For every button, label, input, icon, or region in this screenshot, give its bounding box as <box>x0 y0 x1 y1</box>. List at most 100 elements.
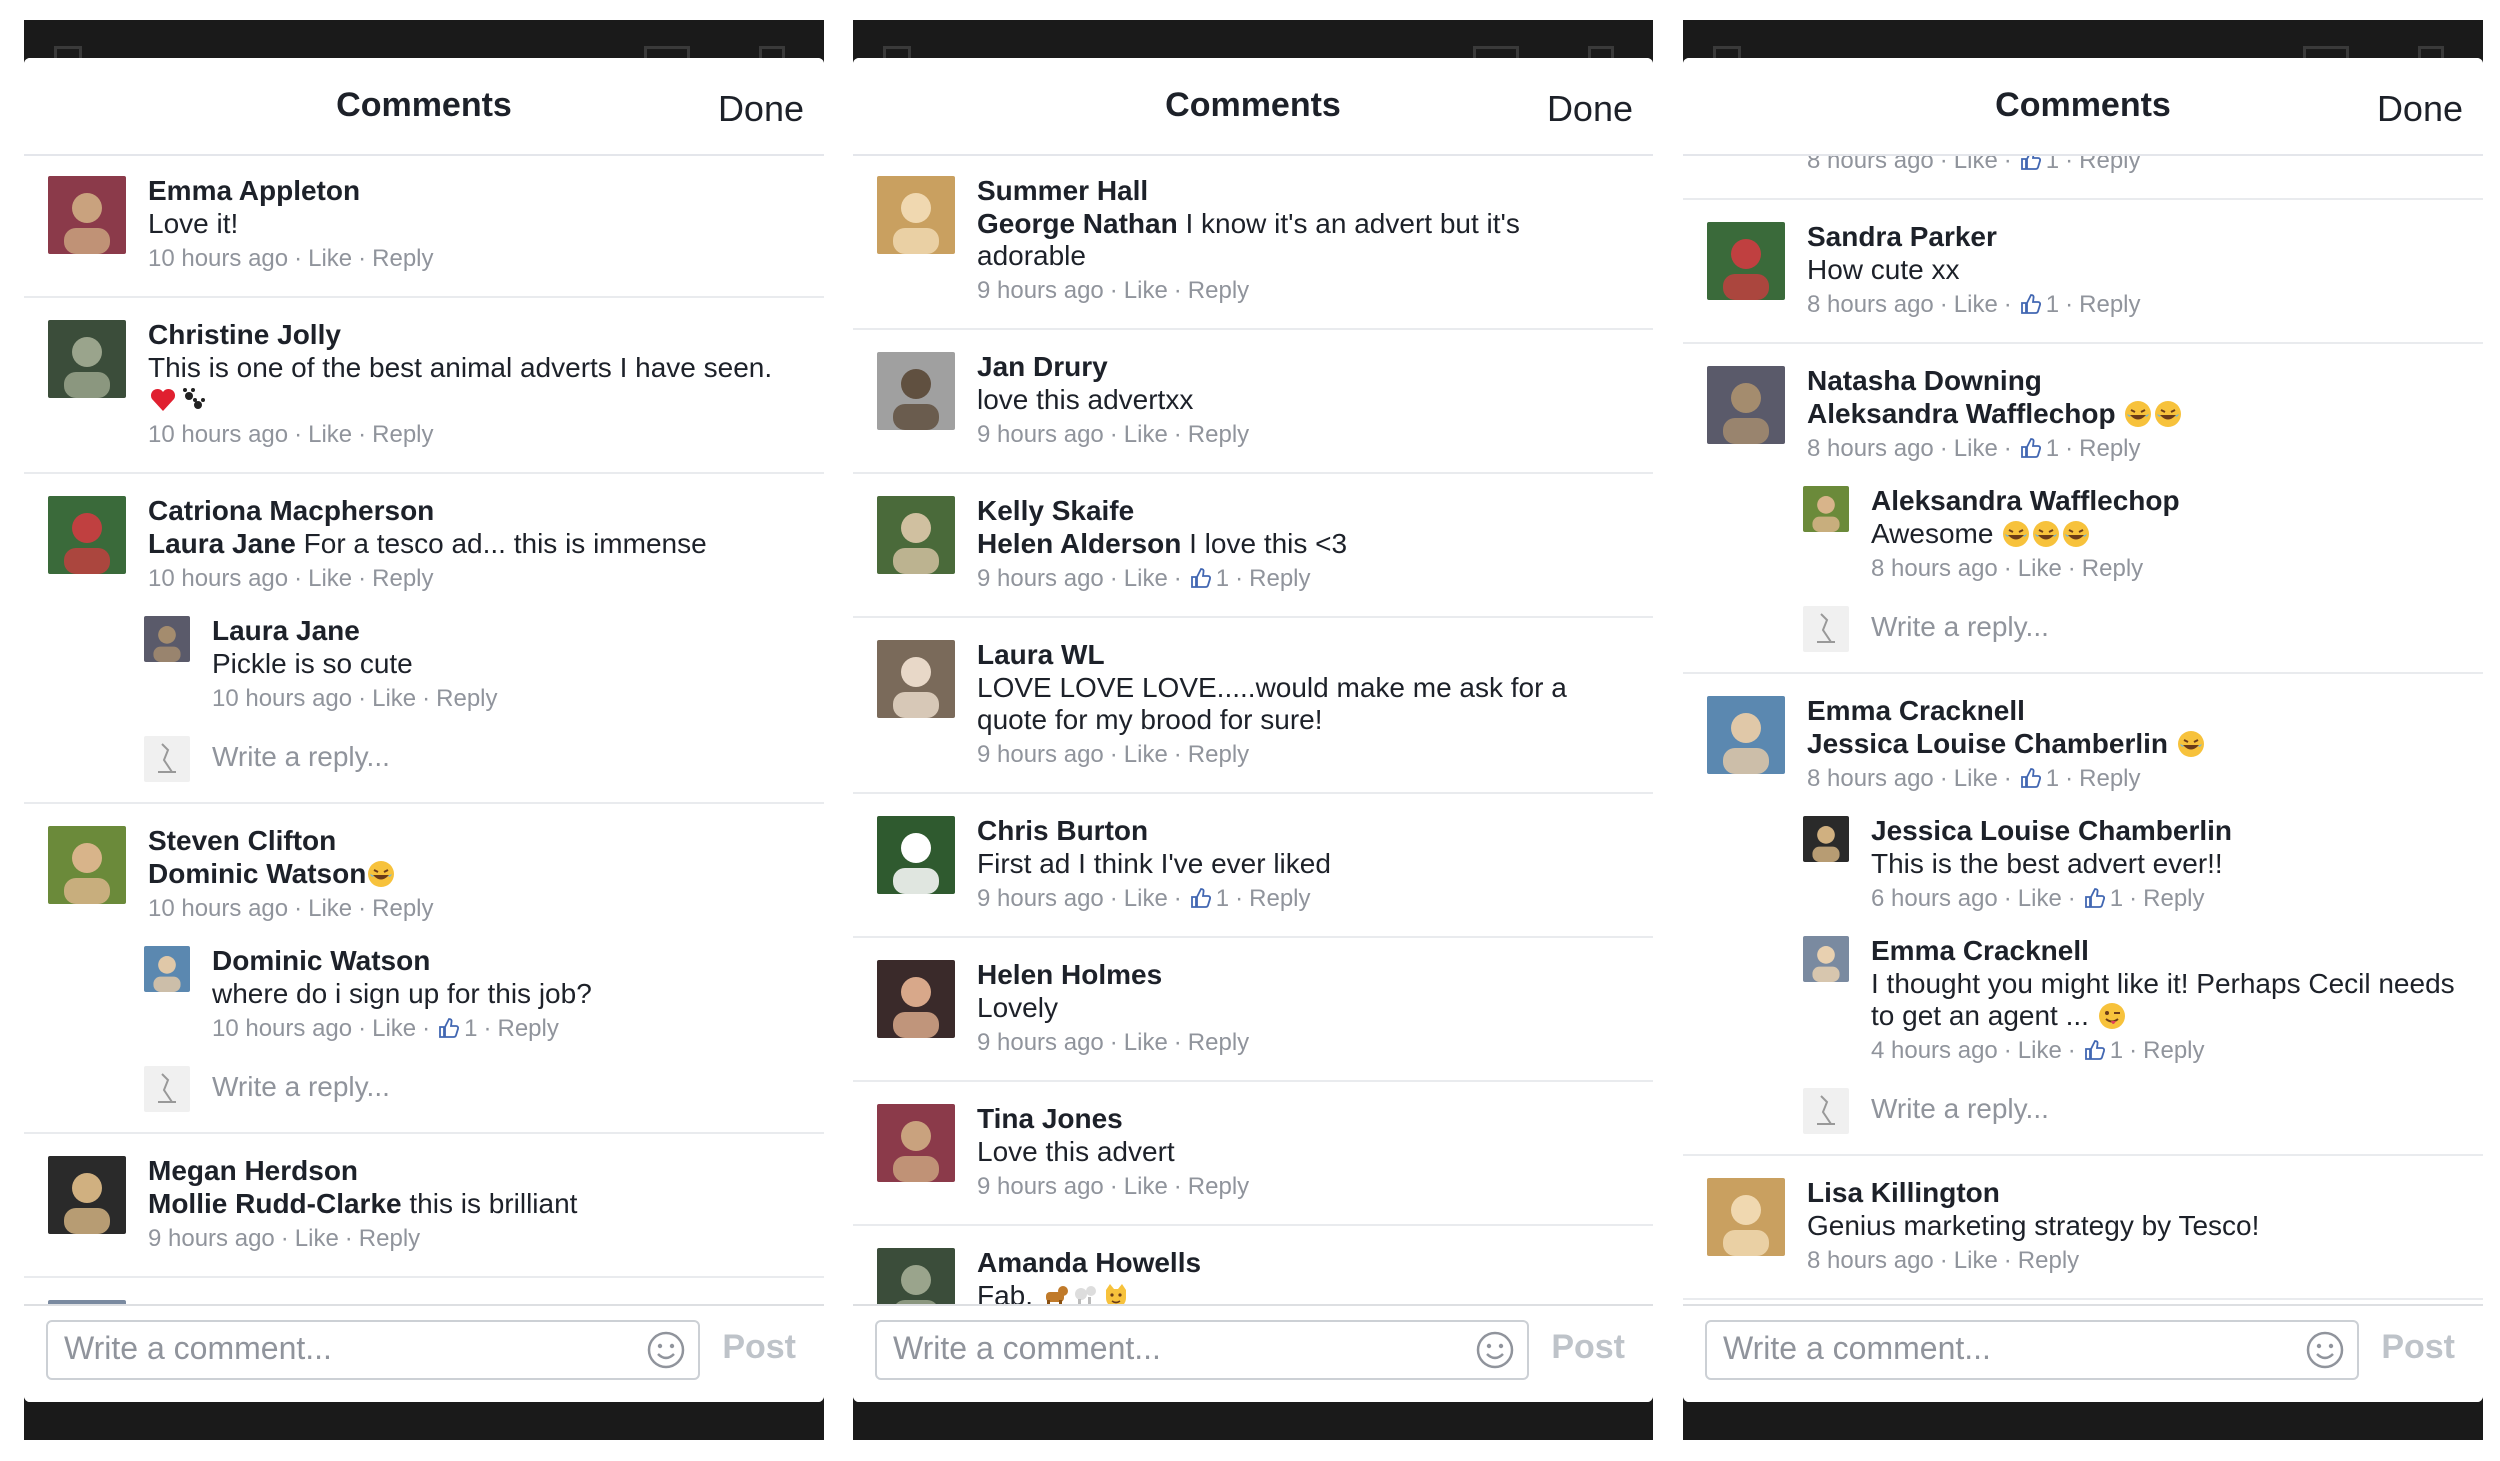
like-link[interactable]: Like <box>372 685 416 712</box>
commenter-name[interactable]: Natasha Downing <box>1807 364 2461 398</box>
avatar[interactable] <box>1803 486 1849 532</box>
commenter-name[interactable]: Laura Jane <box>212 614 802 648</box>
like-link[interactable]: Like <box>2018 1037 2062 1064</box>
tagged-user[interactable]: Dominic Watson <box>148 858 366 889</box>
like-link[interactable]: Like <box>1124 885 1168 912</box>
commenter-name[interactable]: Kelly Skaife <box>977 494 1631 528</box>
tagged-user[interactable]: Helen Alderson <box>977 528 1181 559</box>
reply-link[interactable]: Reply <box>2079 154 2140 174</box>
write-reply-input[interactable]: Write a reply... <box>1871 1086 2049 1132</box>
reply-link[interactable]: Reply <box>2079 291 2140 318</box>
tagged-user[interactable]: George Nathan <box>977 208 1178 239</box>
reply-link[interactable]: Reply <box>2079 435 2140 462</box>
avatar[interactable] <box>48 496 126 574</box>
avatar[interactable] <box>877 496 955 574</box>
like-link[interactable]: Like <box>1124 277 1168 304</box>
avatar[interactable] <box>877 1248 955 1306</box>
like-link[interactable]: Like <box>308 895 352 922</box>
post-button[interactable]: Post <box>2381 1328 2455 1367</box>
commenter-name[interactable]: Laura WL <box>977 638 1631 672</box>
reply-link[interactable]: Reply <box>2143 885 2204 912</box>
reply-link[interactable]: Reply <box>1249 565 1310 592</box>
smiley-icon[interactable] <box>1475 1330 1515 1370</box>
commenter-name[interactable]: Emma Appleton <box>148 174 802 208</box>
like-link[interactable]: Like <box>1124 1029 1168 1056</box>
like-link[interactable]: Like <box>308 565 352 592</box>
commenter-name[interactable]: Helen Holmes <box>977 958 1631 992</box>
reply-link[interactable]: Reply <box>1188 1029 1249 1056</box>
avatar[interactable] <box>877 960 955 1038</box>
commenter-name[interactable]: Steven Clifton <box>148 824 802 858</box>
tagged-user[interactable]: Laura Jane <box>148 528 296 559</box>
done-button[interactable]: Done <box>2377 88 2463 130</box>
reply-link[interactable]: Reply <box>372 421 433 448</box>
write-reply-input[interactable]: Write a reply... <box>212 1064 390 1110</box>
done-button[interactable]: Done <box>1547 88 1633 130</box>
reply-link[interactable]: Reply <box>359 1225 420 1252</box>
comment-list[interactable]: Summer Hall George Nathan I know it's an … <box>853 154 1653 1306</box>
like-link[interactable]: Like <box>1954 154 1998 174</box>
comment-input[interactable]: Write a comment... <box>875 1320 1529 1380</box>
avatar[interactable] <box>1707 222 1785 300</box>
avatar[interactable] <box>877 352 955 430</box>
avatar[interactable] <box>144 616 190 662</box>
smiley-icon[interactable] <box>2305 1330 2345 1370</box>
write-reply-input[interactable]: Write a reply... <box>1871 604 2049 650</box>
comment-list[interactable]: Emma Appleton Love it! 10 hours ago · Like · R… <box>24 154 824 1306</box>
reply-link[interactable]: Reply <box>1249 885 1310 912</box>
commenter-name[interactable]: Lisa Killington <box>1807 1176 2461 1210</box>
like-link[interactable]: Like <box>1954 1247 1998 1274</box>
commenter-name[interactable]: Emma Cracknell <box>1871 934 2461 968</box>
write-reply-row[interactable]: Write a reply... <box>1683 1086 2461 1134</box>
commenter-name[interactable]: Dominic Watson <box>212 944 802 978</box>
avatar[interactable] <box>877 640 955 718</box>
reply-link[interactable]: Reply <box>1188 741 1249 768</box>
write-reply-input[interactable]: Write a reply... <box>212 734 390 780</box>
reply-link[interactable]: Reply <box>372 895 433 922</box>
tagged-user[interactable]: Jessica Louise Chamberlin <box>1807 728 2168 759</box>
write-reply-row[interactable]: Write a reply... <box>24 1064 802 1112</box>
commenter-name[interactable]: Christine Jolly <box>148 318 802 352</box>
avatar[interactable] <box>877 816 955 894</box>
like-link[interactable]: Like <box>308 245 352 272</box>
done-button[interactable]: Done <box>718 88 804 130</box>
like-link[interactable]: Like <box>295 1225 339 1252</box>
like-link[interactable]: Like <box>372 1015 416 1042</box>
reply-link[interactable]: Reply <box>1188 421 1249 448</box>
avatar[interactable] <box>48 826 126 904</box>
reply-link[interactable]: Reply <box>498 1015 559 1042</box>
avatar[interactable] <box>1803 936 1849 982</box>
post-button[interactable]: Post <box>1551 1328 1625 1367</box>
comment-list[interactable]: 8 hours ago · Like · 1 · Reply Sandra Parker How… <box>1683 154 2483 1306</box>
avatar[interactable] <box>1707 366 1785 444</box>
commenter-name[interactable]: Jessica Louise Chamberlin <box>1871 814 2461 848</box>
like-link[interactable]: Like <box>2018 885 2062 912</box>
write-reply-row[interactable]: Write a reply... <box>24 734 802 782</box>
comment-input[interactable]: Write a comment... <box>46 1320 700 1380</box>
commenter-name[interactable]: Emma Cracknell <box>1807 694 2461 728</box>
reply-link[interactable]: Reply <box>2018 1247 2079 1274</box>
like-link[interactable]: Like <box>1954 435 1998 462</box>
reply-link[interactable]: Reply <box>2082 555 2143 582</box>
reply-link[interactable]: Reply <box>372 565 433 592</box>
commenter-name[interactable]: Tina Jones <box>977 1102 1631 1136</box>
avatar[interactable] <box>1707 1178 1785 1256</box>
tagged-user[interactable]: Aleksandra Wafflechop <box>1807 398 2116 429</box>
like-link[interactable]: Like <box>1124 565 1168 592</box>
commenter-name[interactable]: Aleksandra Wafflechop <box>1871 484 2461 518</box>
reply-link[interactable]: Reply <box>2143 1037 2204 1064</box>
like-link[interactable]: Like <box>1954 765 1998 792</box>
avatar[interactable] <box>144 946 190 992</box>
write-reply-row[interactable]: Write a reply... <box>1683 604 2461 652</box>
commenter-name[interactable]: Chris Burton <box>977 814 1631 848</box>
avatar[interactable] <box>877 176 955 254</box>
tagged-user[interactable]: Mollie Rudd-Clarke <box>148 1188 402 1219</box>
commenter-name[interactable]: Catriona Macpherson <box>148 494 802 528</box>
reply-link[interactable]: Reply <box>1188 277 1249 304</box>
like-link[interactable]: Like <box>1124 421 1168 448</box>
avatar[interactable] <box>1707 696 1785 774</box>
reply-link[interactable]: Reply <box>372 245 433 272</box>
like-link[interactable]: Like <box>1124 1173 1168 1200</box>
avatar[interactable] <box>48 1156 126 1234</box>
avatar[interactable] <box>48 176 126 254</box>
